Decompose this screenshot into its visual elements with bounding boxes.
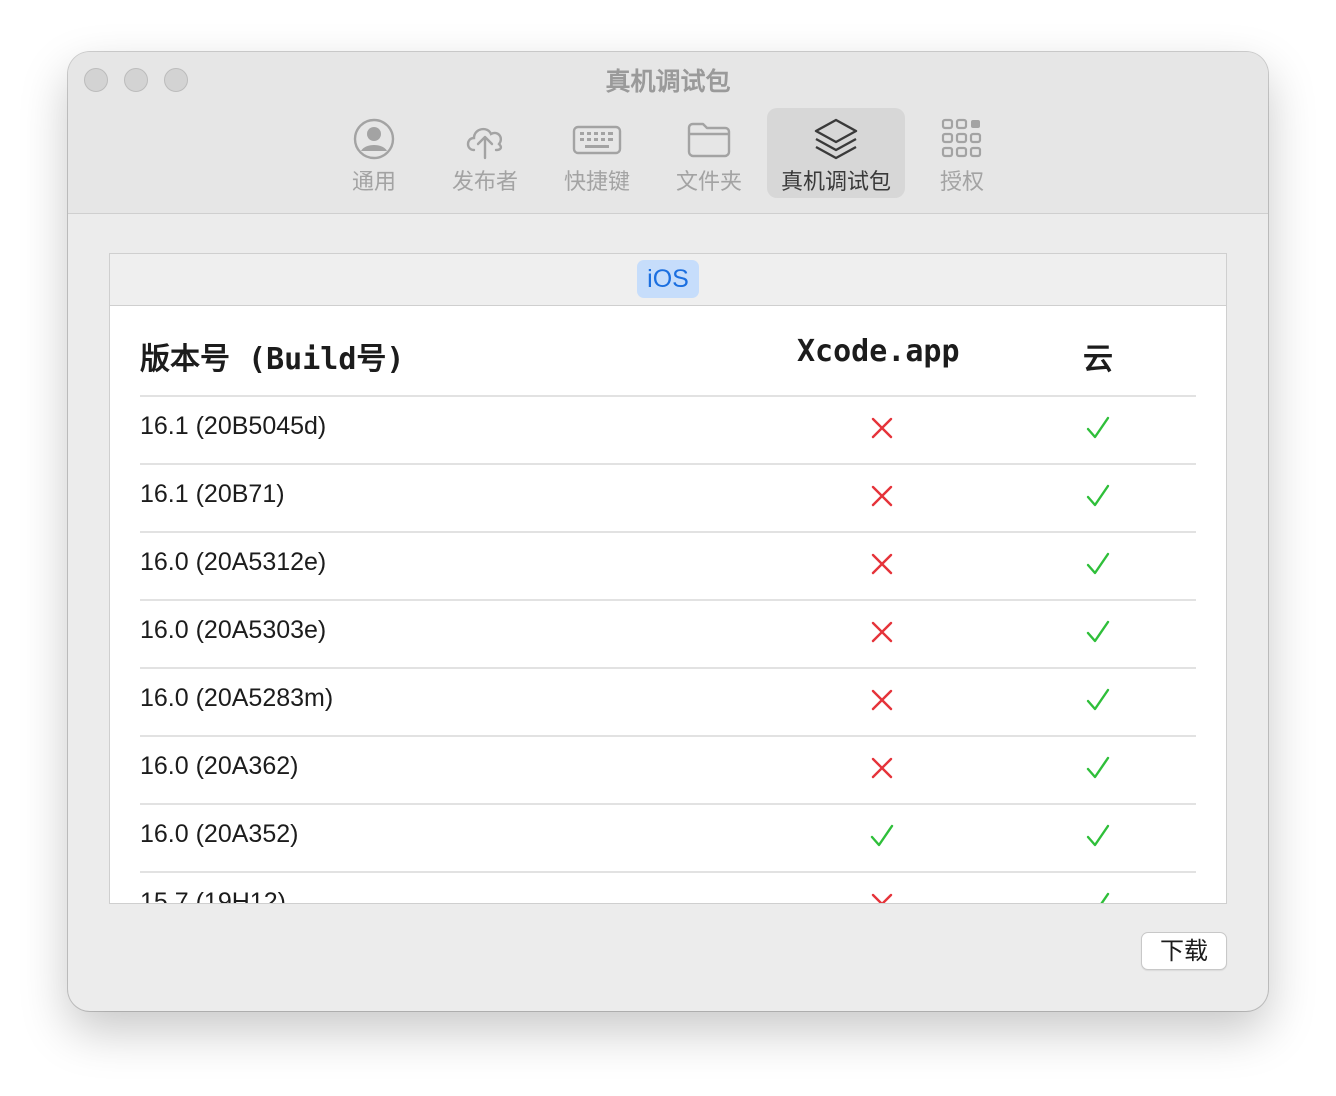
table-header: 版本号 (Build号) Xcode.app 云 <box>140 306 1196 397</box>
table-body: 16.1 (20B5045d) 16.1 (20B71) 16.0 (20A5312… <box>140 397 1196 904</box>
tab-license[interactable]: 授权 <box>926 108 998 198</box>
table-row[interactable]: 16.1 (20B71) <box>140 465 1196 533</box>
xcode-cross-icon <box>869 483 895 509</box>
version-cell: 16.1 (20B5045d) <box>140 412 327 440</box>
column-header-cloud[interactable]: 云 <box>1083 334 1113 378</box>
table-row[interactable]: 16.0 (20A362) <box>140 737 1196 805</box>
tab-device-support[interactable]: 真机调试包 <box>767 108 905 198</box>
version-cell: 16.0 (20A352) <box>140 820 299 848</box>
column-header-xcode[interactable]: Xcode.app <box>797 334 960 369</box>
xcode-cross-icon <box>869 415 895 441</box>
cloud-check-icon <box>1085 823 1111 849</box>
tab-general[interactable]: 通用 <box>336 108 412 198</box>
column-header-version[interactable]: 版本号 (Build号) <box>140 334 405 378</box>
keyboard-icon <box>572 125 622 155</box>
tab-publisher-label: 发布者 <box>451 170 518 195</box>
version-cell: 16.0 (20A5312e) <box>140 548 327 576</box>
xcode-cross-icon <box>869 891 895 903</box>
tab-publisher[interactable]: 发布者 <box>440 108 530 198</box>
version-cell: 16.0 (20A5303e) <box>140 616 327 644</box>
cloud-check-icon <box>1085 687 1111 713</box>
xcode-cross-icon <box>869 687 895 713</box>
app-window: 真机调试包 通用 发布者 快捷键 文件夹 真机调试包 授权 iOS 版本号 (B… <box>68 52 1268 1011</box>
platform-ios-button[interactable]: iOS <box>637 260 699 298</box>
xcode-check-icon <box>869 823 895 849</box>
grid-apps-icon <box>941 118 982 158</box>
window-title: 真机调试包 <box>605 67 731 96</box>
tab-folder[interactable]: 文件夹 <box>664 108 754 198</box>
cloud-check-icon <box>1085 483 1111 509</box>
tab-general-label: 通用 <box>351 170 396 195</box>
cloud-check-icon <box>1085 551 1111 577</box>
xcode-cross-icon <box>869 551 895 577</box>
xcode-cross-icon <box>869 619 895 645</box>
table-row[interactable]: 16.0 (20A352) <box>140 805 1196 873</box>
version-cell: 15.7 (19H12) <box>140 888 286 904</box>
tab-folder-label: 文件夹 <box>675 170 742 195</box>
cloud-check-icon <box>1085 619 1111 645</box>
table-row[interactable]: 15.7 (19H12) <box>140 873 1196 904</box>
table-row[interactable]: 16.1 (20B5045d) <box>140 397 1196 465</box>
tab-license-label: 授权 <box>939 170 984 195</box>
person-circle-icon <box>353 118 395 160</box>
cloud-check-icon <box>1085 415 1111 441</box>
xcode-cross-icon <box>869 755 895 781</box>
table-row[interactable]: 16.0 (20A5303e) <box>140 601 1196 669</box>
version-cell: 16.0 (20A5283m) <box>140 684 334 712</box>
version-cell: 16.0 (20A362) <box>140 752 299 780</box>
versions-table: 版本号 (Build号) Xcode.app 云 16.1 (20B5045d)… <box>140 306 1196 904</box>
tab-shortcuts-label: 快捷键 <box>563 170 630 195</box>
cloud-check-icon <box>1085 891 1111 903</box>
tab-shortcuts[interactable]: 快捷键 <box>552 108 642 198</box>
device-support-panel: iOS 版本号 (Build号) Xcode.app 云 16.1 (20B50… <box>109 253 1227 904</box>
title-bar: 真机调试包 通用 发布者 快捷键 文件夹 真机调试包 授权 <box>68 52 1268 214</box>
table-row[interactable]: 16.0 (20A5283m) <box>140 669 1196 737</box>
preferences-toolbar: 通用 发布者 快捷键 文件夹 真机调试包 授权 <box>68 108 1268 198</box>
platform-segmented-control: iOS <box>110 254 1226 306</box>
table-row[interactable]: 16.0 (20A5312e) <box>140 533 1196 601</box>
version-cell: 16.1 (20B71) <box>140 480 285 508</box>
cloud-check-icon <box>1085 755 1111 781</box>
stack-layers-icon <box>814 118 858 160</box>
download-button[interactable]: 下载 <box>1141 932 1227 970</box>
cloud-upload-icon <box>466 127 503 160</box>
tab-device-support-label: 真机调试包 <box>780 170 891 195</box>
folder-icon <box>687 122 731 158</box>
